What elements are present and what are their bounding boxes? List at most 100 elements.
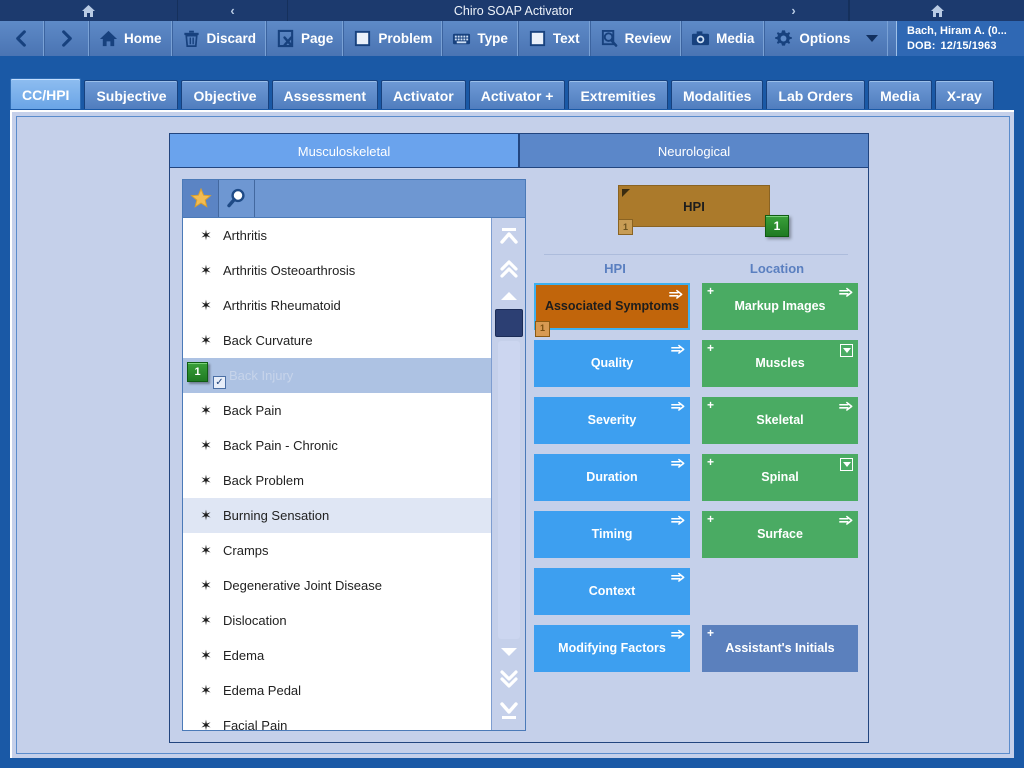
chevron-right-icon <box>62 30 72 47</box>
hpi-header-box[interactable]: HPI 1 1 <box>618 185 789 237</box>
patient-dob-label: DOB: <box>907 39 936 52</box>
tab-lab-orders[interactable]: Lab Orders <box>766 80 866 110</box>
back-button[interactable] <box>0 21 44 56</box>
detail-button-context[interactable]: Context <box>534 568 690 615</box>
favorites-star-button[interactable] <box>183 180 219 217</box>
subtab-neurological[interactable]: Neurological <box>519 133 869 169</box>
detail-button-duration[interactable]: Duration <box>534 454 690 501</box>
detail-button-skeletal[interactable]: + Skeletal <box>702 397 858 444</box>
tab-cc-hpi[interactable]: CC/HPI <box>10 78 82 110</box>
tab-media[interactable]: Media <box>868 80 932 110</box>
page-up-button[interactable] <box>495 253 523 285</box>
review-button[interactable]: Review <box>589 21 682 56</box>
dropdown-icon[interactable] <box>840 344 853 357</box>
detail-button-severity[interactable]: Severity <box>534 397 690 444</box>
search-button[interactable] <box>219 180 255 217</box>
sub-tab-bar: Musculoskeletal Neurological <box>169 133 869 169</box>
list-item[interactable]: ✶ Arthritis Osteoarthrosis <box>183 253 491 288</box>
tab-extremities[interactable]: Extremities <box>568 80 668 110</box>
detail-button-surface[interactable]: + Surface <box>702 511 858 558</box>
problem-button[interactable]: Problem <box>343 21 443 56</box>
tab-assessment[interactable]: Assessment <box>271 80 379 110</box>
list-item[interactable]: ✶ Arthritis Rheumatoid <box>183 288 491 323</box>
window-icon <box>529 30 545 47</box>
list-item[interactable]: ✶ Back Pain - Chronic <box>183 428 491 463</box>
drill-arrow-icon <box>671 515 685 525</box>
tab-modalities[interactable]: Modalities <box>670 80 764 110</box>
home-button[interactable]: Home <box>89 21 172 56</box>
discard-button[interactable]: Discard <box>171 21 267 56</box>
detail-button-associated-symptoms[interactable]: Associated Symptoms 1 <box>534 283 690 337</box>
list-item-checkbox[interactable]: ✓ <box>213 376 226 389</box>
list-item[interactable]: ✶ Edema Pedal <box>183 673 491 708</box>
chevron-down-icon[interactable] <box>866 35 879 42</box>
list-item-label: Burning Sensation <box>223 508 330 523</box>
scrollbar-thumb[interactable] <box>494 309 523 337</box>
tab-objective[interactable]: Objective <box>181 80 269 110</box>
forward-button[interactable] <box>44 21 89 56</box>
detail-button-markup-images[interactable]: + Markup Images <box>702 283 858 330</box>
drill-arrow-icon <box>669 289 683 299</box>
detail-button-modifying-factors[interactable]: Modifying Factors <box>534 625 690 672</box>
detail-button-quality[interactable]: Quality <box>534 340 690 387</box>
options-button[interactable]: Options <box>764 21 889 56</box>
list-item[interactable]: ✶ Burning Sensation <box>183 498 491 533</box>
scroll-to-bottom-button[interactable] <box>495 695 523 727</box>
trash-icon <box>183 30 199 47</box>
list-item-bullet-icon: ✶ <box>200 542 212 558</box>
plus-icon: + <box>707 626 715 640</box>
scrollbar-track[interactable] <box>497 341 520 639</box>
detail-column-headers: HPI Location <box>534 261 858 276</box>
list-item-bullet-icon: ✶ <box>200 262 212 278</box>
detail-grid-row: Modifying Factors + Assistant's Initials <box>534 625 858 672</box>
detail-button-label: Duration <box>586 469 638 484</box>
list-item[interactable]: ✶ Degenerative Joint Disease <box>183 568 491 603</box>
type-button[interactable]: Type <box>442 21 518 56</box>
page-button-label: Page <box>301 31 334 46</box>
list-item[interactable]: 1 Back Injury ✓ <box>183 358 491 393</box>
titlebar-next-button[interactable]: › <box>739 0 849 21</box>
list-item[interactable]: ✶ Cramps <box>183 533 491 568</box>
text-button[interactable]: Text <box>517 21 590 56</box>
media-button[interactable]: Media <box>681 21 765 56</box>
patient-info-panel[interactable]: Bach, Hiram A. (0... DOB: 12/15/1963 <box>896 21 1024 56</box>
list-item[interactable]: ✶ Arthritis <box>183 218 491 253</box>
tab-activator[interactable]: Activator <box>381 80 466 110</box>
scroll-to-top-button[interactable] <box>495 221 523 253</box>
camera-icon <box>692 31 710 46</box>
titlebar-home-left[interactable] <box>0 0 178 21</box>
line-up-button[interactable] <box>495 285 523 307</box>
list-item-label: Arthritis Osteoarthrosis <box>223 263 356 278</box>
tab-activator[interactable]: Activator + <box>468 80 566 110</box>
list-item[interactable]: ✶ Facial Pain <box>183 708 491 730</box>
condition-list-toolbar <box>183 180 525 218</box>
problem-button-label: Problem <box>378 31 433 46</box>
titlebar-prev-button[interactable]: ‹ <box>178 0 288 21</box>
list-scrollbar[interactable] <box>491 218 525 730</box>
detail-grid-cell: + Skeletal <box>702 397 858 444</box>
tab-x-ray[interactable]: X-ray <box>934 80 994 110</box>
dropdown-icon[interactable] <box>840 458 853 471</box>
list-item[interactable]: ✶ Back Pain <box>183 393 491 428</box>
detail-grid-cell: + Markup Images <box>702 283 858 330</box>
main-toolbar: Home Discard Page Problem Type Text Revi… <box>0 21 1024 56</box>
list-item[interactable]: ✶ Back Curvature <box>183 323 491 358</box>
list-item[interactable]: ✶ Dislocation <box>183 603 491 638</box>
detail-pane: HPI 1 1 HPI Location Associated Symptoms… <box>534 179 858 731</box>
page-button[interactable]: Page <box>266 21 344 56</box>
subtab-musculoskeletal[interactable]: Musculoskeletal <box>169 133 519 169</box>
detail-button-grid: Associated Symptoms 1 + Markup Images Qualit… <box>534 283 858 682</box>
detail-button-spinal[interactable]: + Spinal <box>702 454 858 501</box>
line-down-button[interactable] <box>495 641 523 663</box>
detail-button-assistant-s-initials[interactable]: + Assistant's Initials <box>702 625 858 672</box>
list-item[interactable]: ✶ Back Problem <box>183 463 491 498</box>
page-down-button[interactable] <box>495 663 523 695</box>
titlebar-home-right[interactable] <box>849 0 1024 21</box>
list-item[interactable]: ✶ Edema <box>183 638 491 673</box>
detail-button-timing[interactable]: Timing <box>534 511 690 558</box>
detail-button-mini-count: 1 <box>535 321 550 337</box>
tab-subjective[interactable]: Subjective <box>84 80 179 110</box>
detail-button-muscles[interactable]: + Muscles <box>702 340 858 387</box>
home-icon <box>81 4 96 18</box>
condition-list[interactable]: ✶ Arthritis ✶ Arthritis Osteoarthrosis ✶ Arth… <box>183 218 491 730</box>
